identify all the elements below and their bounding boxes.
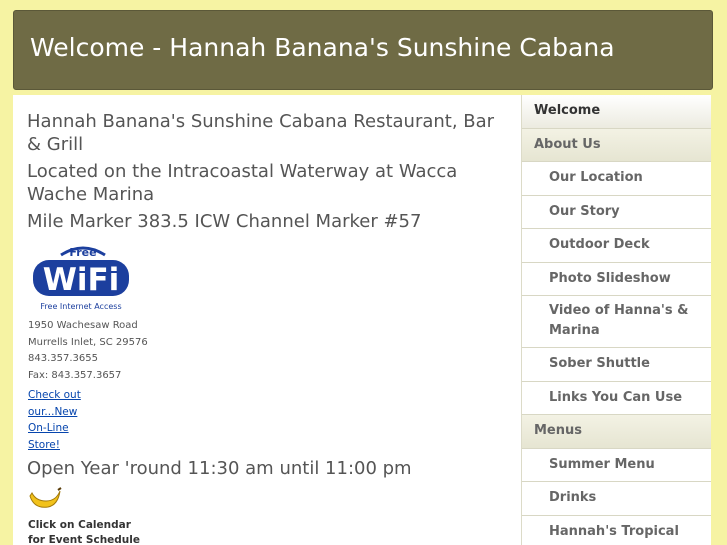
site-header: Welcome - Hannah Banana's Sunshine Caban… [13,10,713,90]
nav-item-our-location[interactable]: Our Location [522,162,711,196]
main-content: Hannah Banana's Sunshine Cabana Restaura… [13,95,521,545]
sidebar-nav: Welcome About Us Our Location Our Story … [521,95,711,545]
nav-item-links[interactable]: Links You Can Use [522,381,711,415]
wifi-sub-text: Free Internet Access [40,302,121,311]
address-block: 1950 Wachesaw Road Murrells Inlet, SC 29… [28,318,148,384]
hours-text: Open Year 'round 11:30 am until 11:00 pm [27,458,412,479]
nav-item-summer-menu[interactable]: Summer Menu [522,448,711,482]
nav-item-outdoor-deck[interactable]: Outdoor Deck [522,229,711,263]
free-wifi-logo: Free WiFi Free Internet Access [33,246,129,311]
nav-item-about-us[interactable]: About Us [522,128,711,162]
calendar-note[interactable]: Click on Calendar for Event Schedule [28,518,148,545]
nav-item-drinks[interactable]: Drinks [522,482,711,516]
nav-item-photo-slideshow[interactable]: Photo Slideshow [522,262,711,296]
nav-item-sober-shuttle[interactable]: Sober Shuttle [522,348,711,382]
fax-number: Fax: 843.357.3657 [28,369,122,381]
nav-item-welcome[interactable]: Welcome [522,95,711,129]
nav-item-menus[interactable]: Menus [522,415,711,449]
site-title: Welcome - Hannah Banana's Sunshine Caban… [30,33,615,62]
nav-item-hannahs-tropical[interactable]: Hannah's Tropical [522,515,711,545]
online-store-link[interactable]: Check out our...New On-Line Store! [28,387,88,453]
phone-number: 843.357.3655 [28,353,98,364]
headline-mile-marker: Mile Marker 383.5 ICW Channel Marker #57 [27,211,422,232]
address-street: 1950 Wachesaw Road [28,320,138,331]
nav-item-our-story[interactable]: Our Story [522,195,711,229]
headline-location: Located on the Intracoastal Waterway at … [27,161,458,205]
content-headings: Hannah Banana's Sunshine Cabana Restaura… [27,110,507,233]
wifi-free-text: Free [69,246,96,259]
headline-restaurant: Hannah Banana's Sunshine Cabana Restaura… [27,111,495,155]
banana-icon [29,487,62,508]
wifi-main-text: WiFi [43,262,120,298]
nav-item-video[interactable]: Video of Hanna's & Marina [522,296,711,348]
address-city: Murrells Inlet, SC 29576 [28,336,148,348]
